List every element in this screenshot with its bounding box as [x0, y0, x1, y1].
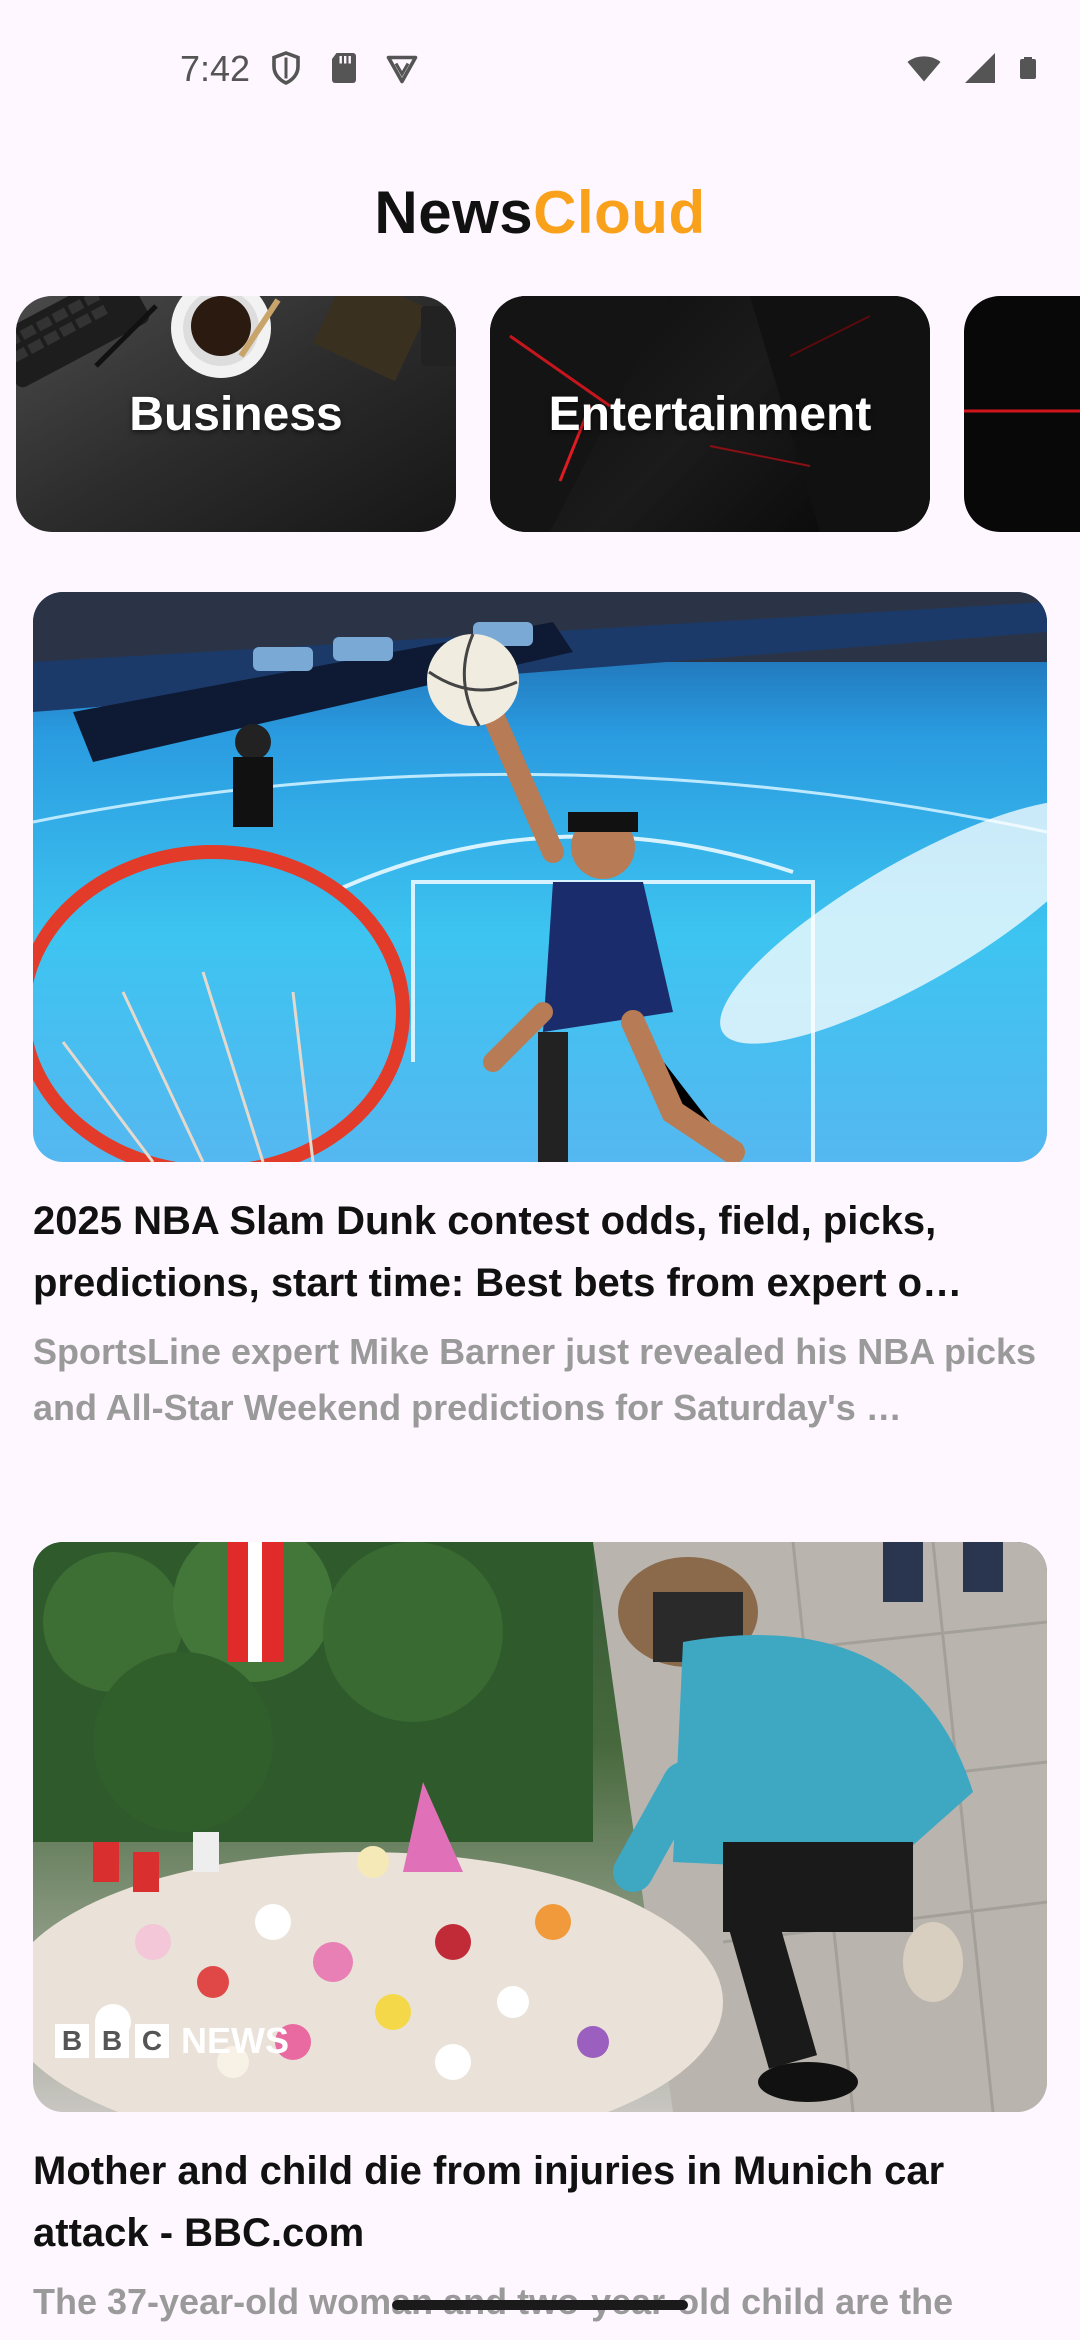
app-title-cloud: Cloud: [533, 179, 706, 246]
status-time: 7:42: [180, 48, 251, 89]
category-label: Entertainment: [548, 387, 872, 441]
sd-card-icon: [332, 53, 356, 83]
vpn-badge-icon: [386, 55, 418, 84]
bbc-news-watermark: B B C NEWS: [55, 2020, 289, 2062]
wifi-icon: [907, 56, 941, 82]
article-title[interactable]: 2025 NBA Slam Dunk contest odds, field, …: [33, 1190, 1047, 1314]
news-card[interactable]: B B C NEWS Mother and child die from inj…: [33, 1542, 1047, 2330]
home-gesture-bar[interactable]: [392, 2300, 688, 2310]
app-title-news: News: [374, 179, 534, 246]
news-card[interactable]: 2025 NBA Slam Dunk contest odds, field, …: [33, 592, 1047, 1436]
category-card-business[interactable]: Business: [16, 296, 456, 532]
basketball-dunk-photo: [33, 592, 1047, 1162]
news-image[interactable]: B B C NEWS: [33, 1542, 1047, 2112]
cellular-signal-icon: [965, 53, 995, 83]
battery-icon: [1020, 57, 1036, 79]
shield-icon: [272, 51, 300, 85]
category-label: Business: [129, 387, 343, 441]
category-abstract-image: [964, 409, 1080, 413]
category-carousel[interactable]: Business Entertainment: [0, 296, 1080, 532]
news-image[interactable]: [33, 592, 1047, 1162]
app-title: NewsCloud: [0, 178, 1080, 247]
category-card-entertainment[interactable]: Entertainment: [490, 296, 930, 532]
article-title[interactable]: Mother and child die from injuries in Mu…: [33, 2140, 1047, 2264]
category-card-partial[interactable]: [964, 296, 1080, 532]
article-description: SportsLine expert Mike Barner just revea…: [33, 1331, 1037, 1428]
status-bar: 7:42: [0, 0, 1080, 140]
